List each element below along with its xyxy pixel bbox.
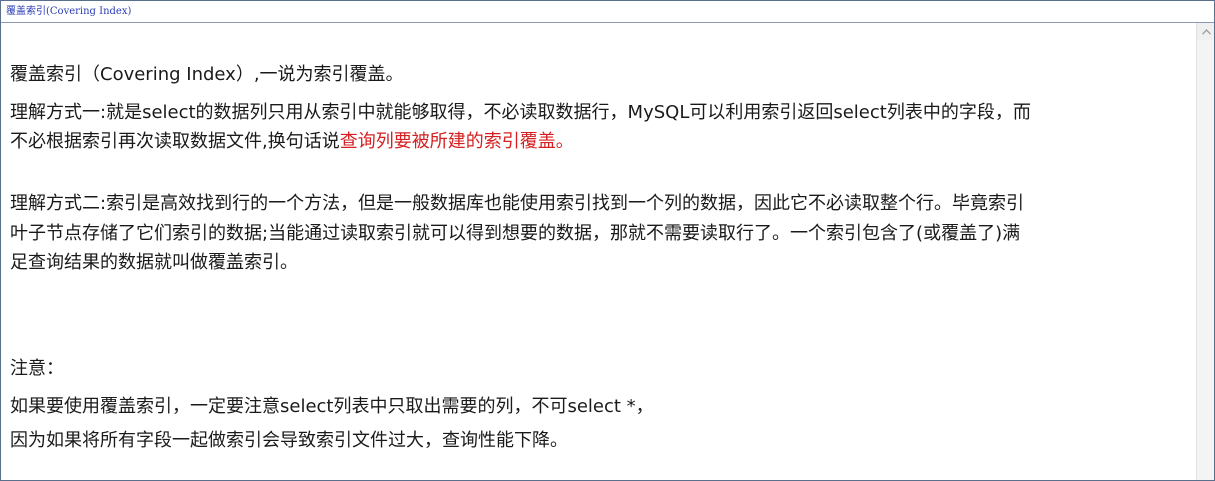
window-title: 覆盖索引(Covering Index) xyxy=(6,6,132,17)
title-bar: 覆盖索引(Covering Index) xyxy=(1,1,1214,23)
chevron-up-icon xyxy=(1201,28,1211,35)
highlighted-text: 查询列要被所建的索引覆盖。 xyxy=(339,131,574,152)
way2-line-3: 足查询结果的数据就叫做覆盖索引。 xyxy=(10,252,298,273)
way2-line-2: 叶子节点存储了它们索引的数据;当能通过读取索引就可以得到想要的数据，那就不需要读… xyxy=(10,223,1021,244)
scroll-track[interactable] xyxy=(1197,40,1214,480)
note-label: 注意： xyxy=(10,358,64,379)
note-line-2: 因为如果将所有字段一起做索引会导致索引文件过大，查询性能下降。 xyxy=(10,430,568,451)
heading-line: 覆盖索引（Covering Index）,一说为索引覆盖。 xyxy=(10,64,404,85)
way1-line-2-text: 不必根据索引再次读取数据文件,换句话说 xyxy=(10,131,340,152)
way2-line-1: 理解方式二:索引是高效找到行的一个方法，但是一般数据库也能使用索引找到一个列的数… xyxy=(10,193,1025,214)
way1-line-2: 不必根据索引再次读取数据文件,换句话说查询列要被所建的索引覆盖。 xyxy=(10,127,1192,157)
note-content[interactable]: 覆盖索引（Covering Index）,一说为索引覆盖。 理解方式一:就是se… xyxy=(1,23,1196,480)
vertical-scrollbar[interactable] xyxy=(1196,23,1214,480)
way1-line-1: 理解方式一:就是select的数据列只用从索引中就能够取得，不必读取数据行，My… xyxy=(10,102,1031,123)
note-line-1: 如果要使用覆盖索引，一定要注意select列表中只取出需要的列，不可select… xyxy=(10,396,654,417)
note-window: 覆盖索引(Covering Index) 覆盖索引（Covering Index… xyxy=(0,0,1215,481)
scroll-up-button[interactable] xyxy=(1197,23,1214,40)
